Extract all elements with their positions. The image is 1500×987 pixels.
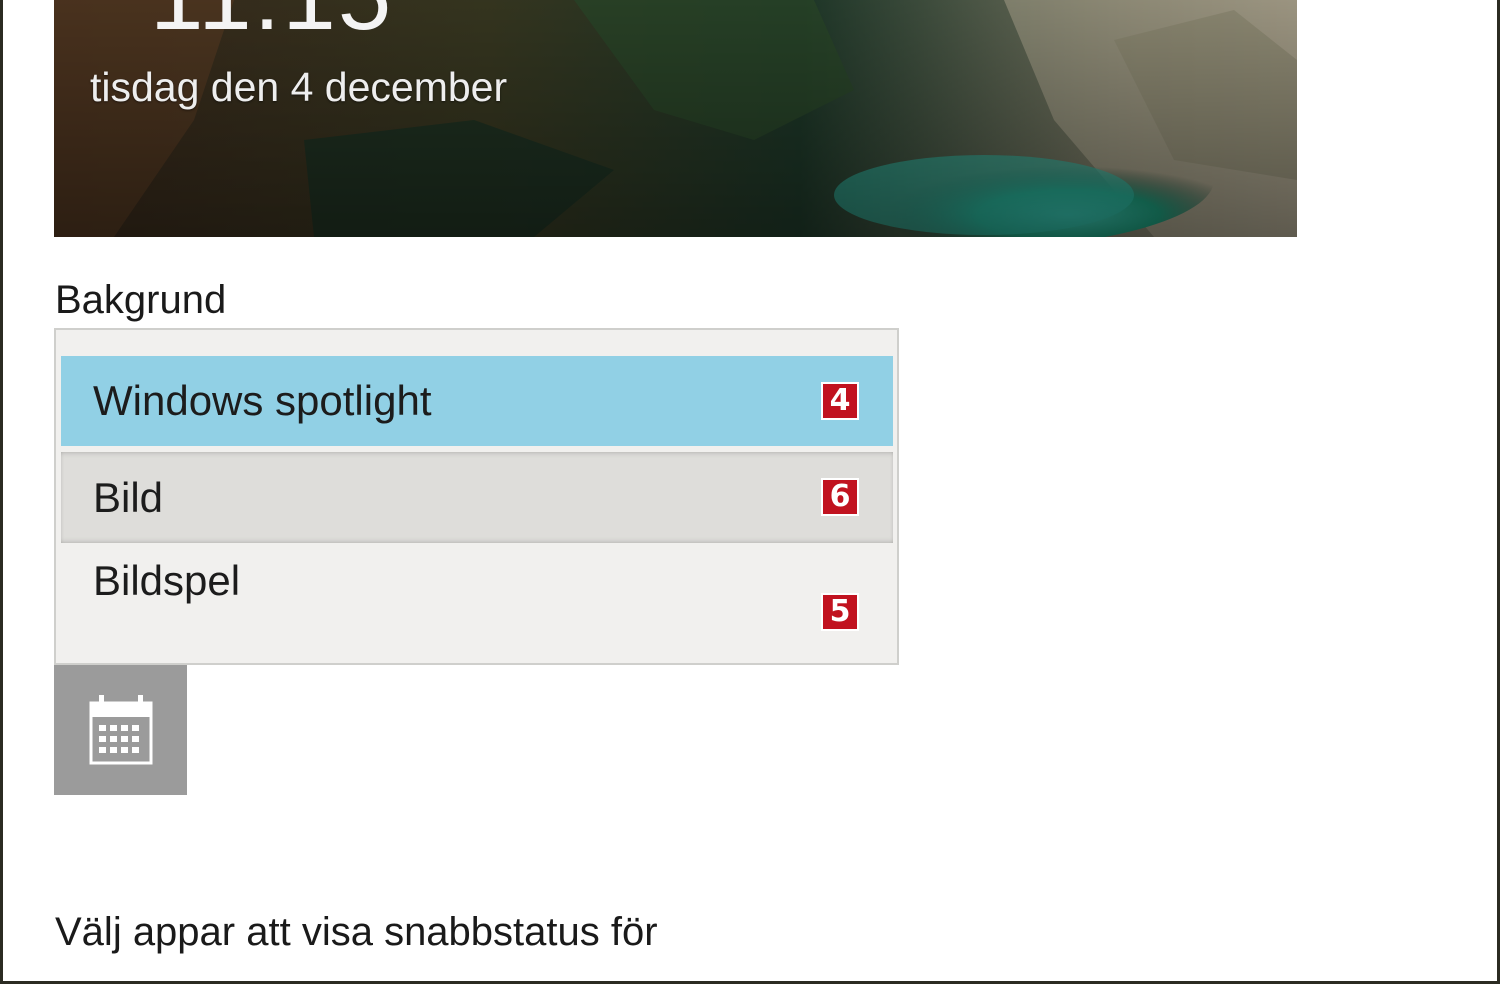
calendar-app-tile[interactable] <box>54 665 187 795</box>
calendar-icon <box>89 695 153 765</box>
lock-screen-preview: 11:15 tisdag den 4 december <box>54 0 1297 237</box>
option-label: Bildspel <box>93 557 241 604</box>
callout-badge: 6 <box>821 478 859 516</box>
option-windows-spotlight[interactable]: Windows spotlight 4 <box>61 356 893 446</box>
callout-badge: 5 <box>821 593 859 631</box>
option-label: Windows spotlight <box>93 377 432 424</box>
background-label: Bakgrund <box>55 278 227 322</box>
option-bild[interactable]: Bild 6 <box>61 452 893 543</box>
settings-window: 11:15 tisdag den 4 december Bakgrund Win… <box>0 0 1500 984</box>
background-dropdown-list[interactable]: Windows spotlight 4 Bild 6 Bildspel 5 <box>54 328 899 665</box>
callout-badge: 4 <box>821 382 859 420</box>
option-bildspel[interactable]: Bildspel 5 <box>61 543 893 643</box>
option-label: Bild <box>93 473 164 521</box>
preview-time: 11:15 <box>150 0 393 52</box>
preview-date: tisdag den 4 december <box>90 64 508 110</box>
quick-status-heading: Välj appar att visa snabbstatus för <box>55 910 658 954</box>
